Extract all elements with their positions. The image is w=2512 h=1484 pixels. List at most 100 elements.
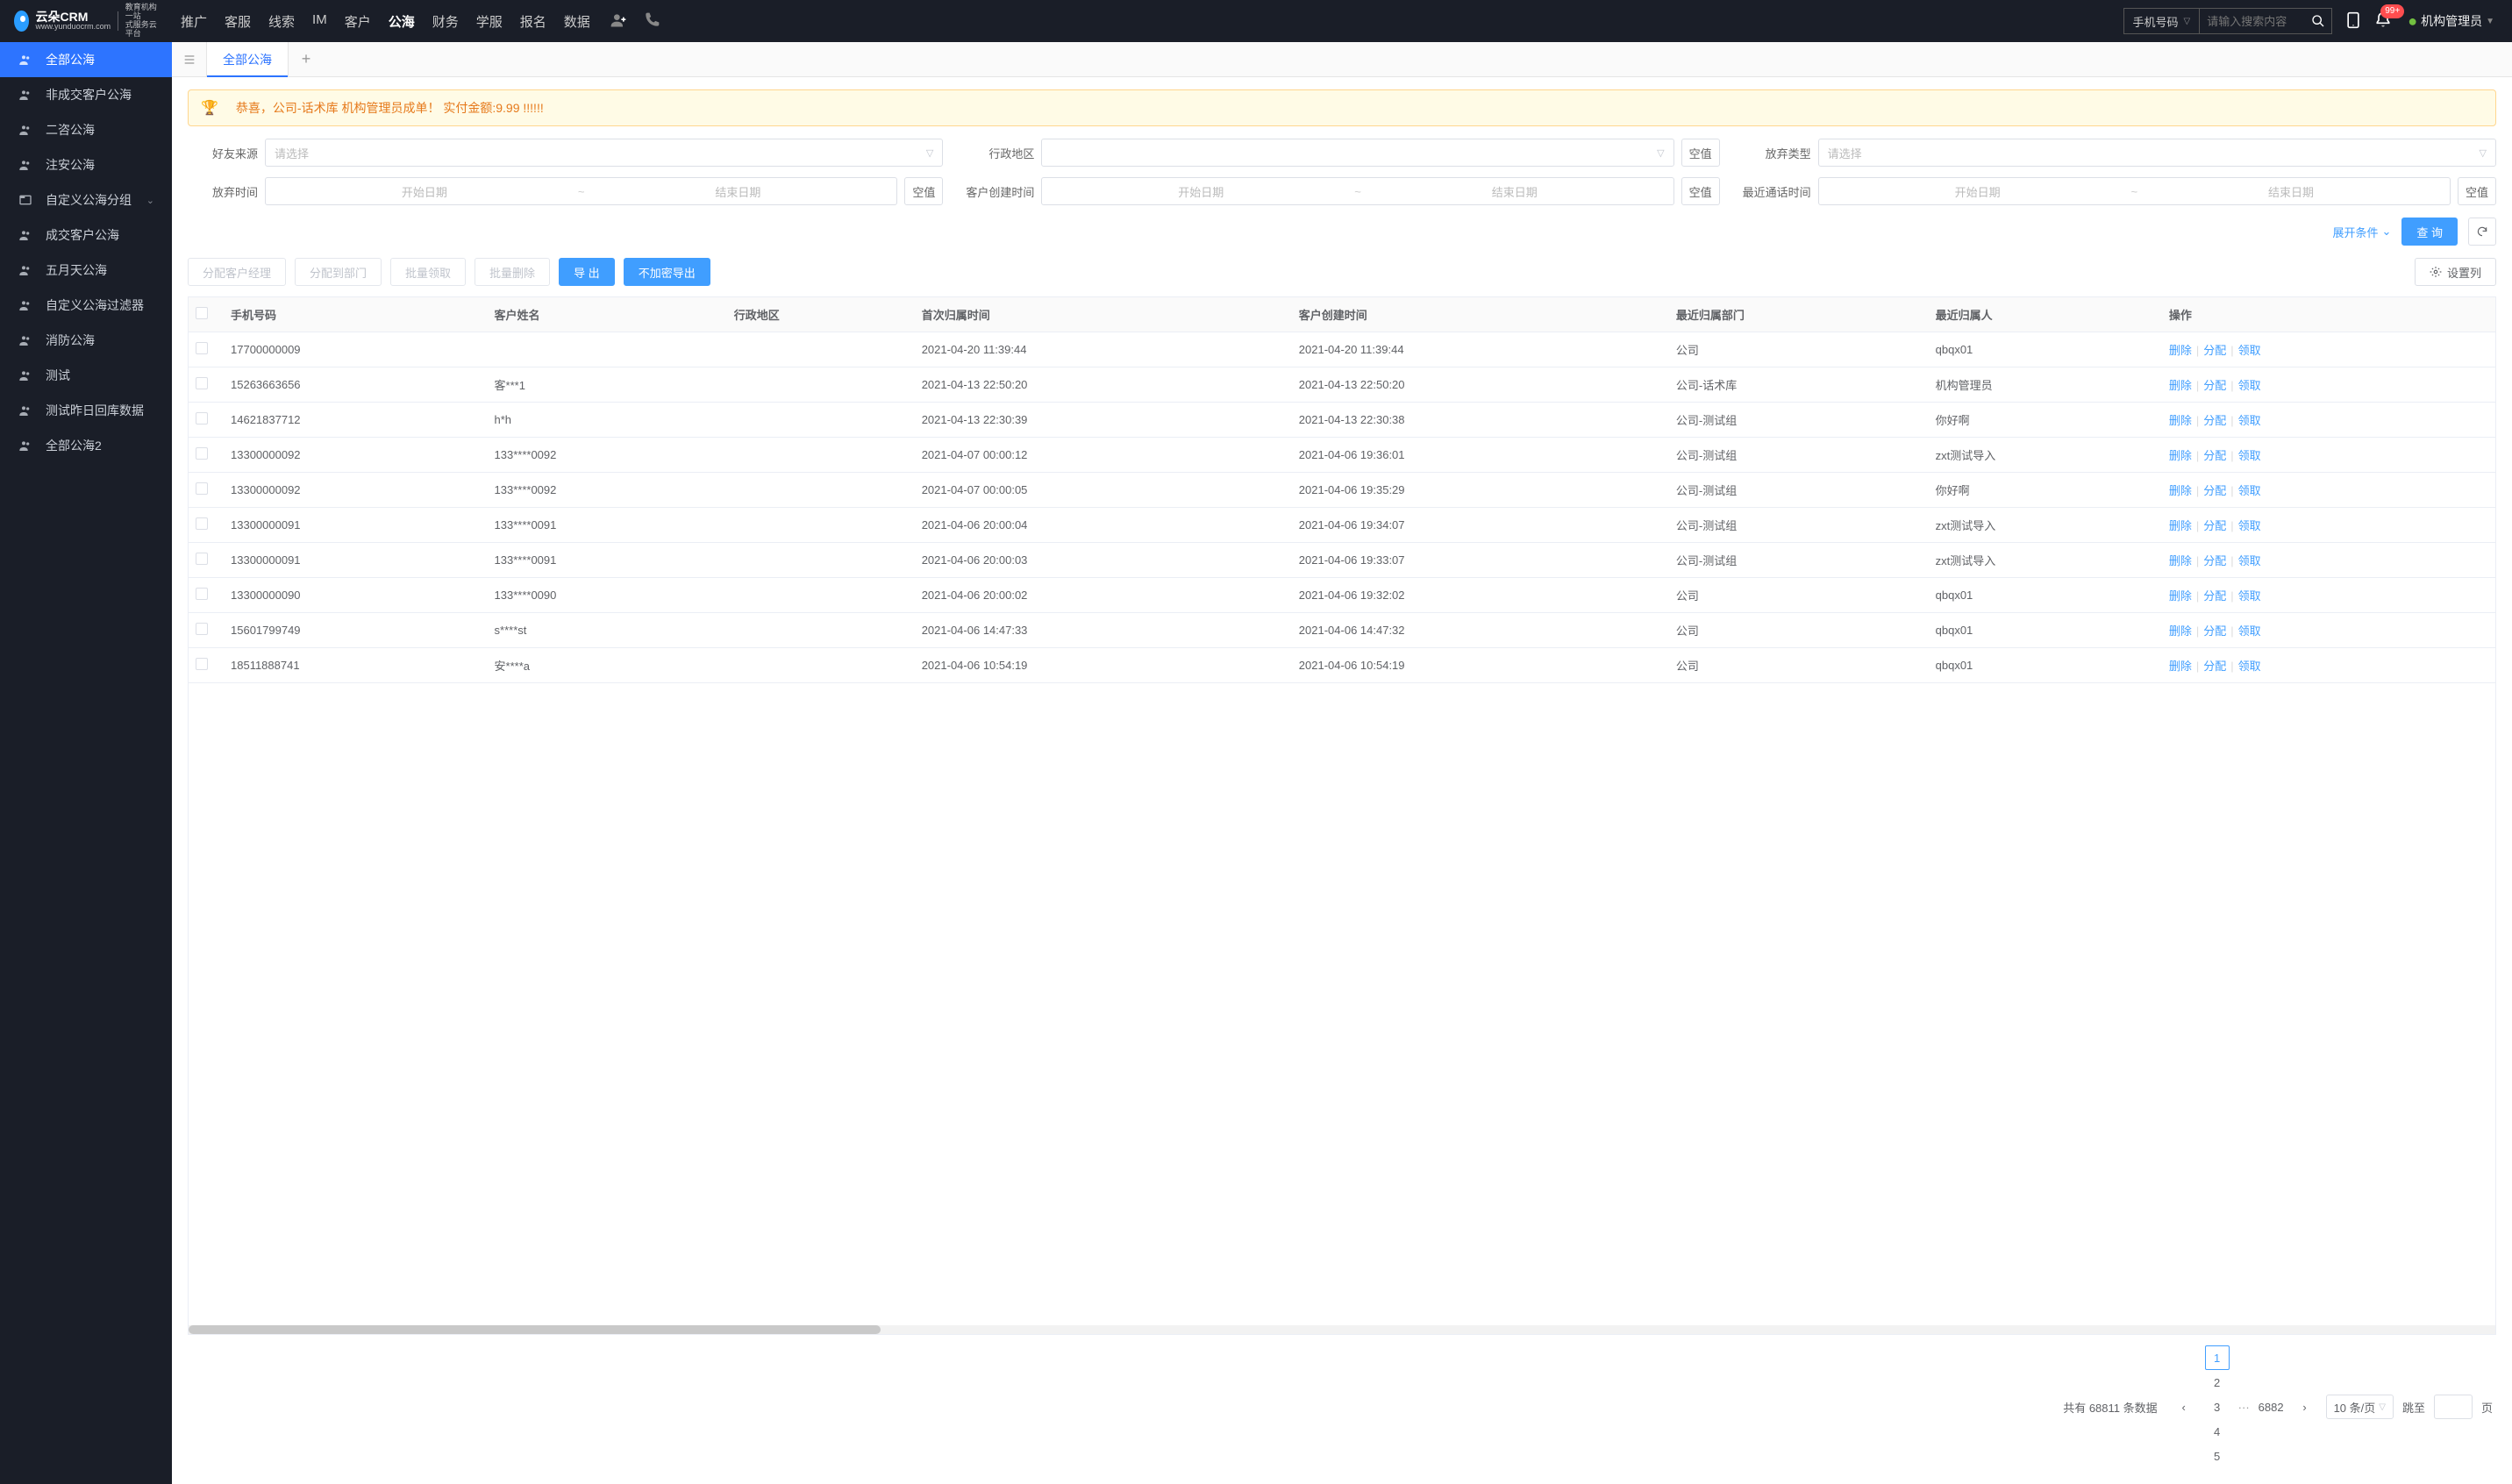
- row-delete-link[interactable]: 删除: [2169, 414, 2192, 427]
- row-claim-link[interactable]: 领取: [2238, 344, 2261, 357]
- phone-icon[interactable]: [643, 11, 660, 32]
- search-button[interactable]: [2305, 9, 2331, 33]
- page-button-1[interactable]: 1: [2205, 1345, 2230, 1370]
- row-delete-link[interactable]: 删除: [2169, 624, 2192, 638]
- scrollbar-thumb[interactable]: [189, 1325, 881, 1334]
- sidebar-item-11[interactable]: 全部公海2: [0, 428, 172, 463]
- sidebar-item-6[interactable]: 五月天公海: [0, 253, 172, 288]
- topnav-item-5[interactable]: 公海: [389, 12, 415, 31]
- row-checkbox[interactable]: [196, 342, 208, 354]
- sidebar-item-3[interactable]: 注安公海: [0, 147, 172, 182]
- sidebar-item-7[interactable]: 自定义公海过滤器: [0, 288, 172, 323]
- horizontal-scrollbar[interactable]: [189, 1325, 2495, 1334]
- topnav-item-1[interactable]: 客服: [225, 12, 251, 31]
- row-checkbox[interactable]: [196, 447, 208, 460]
- row-claim-link[interactable]: 领取: [2238, 554, 2261, 567]
- row-claim-link[interactable]: 领取: [2238, 414, 2261, 427]
- tablet-icon[interactable]: [2344, 11, 2362, 32]
- row-claim-link[interactable]: 领取: [2238, 589, 2261, 603]
- row-claim-link[interactable]: 领取: [2238, 484, 2261, 497]
- row-checkbox[interactable]: [196, 482, 208, 495]
- page-button-5[interactable]: 5: [2205, 1444, 2230, 1468]
- row-claim-link[interactable]: 领取: [2238, 660, 2261, 673]
- row-delete-link[interactable]: 删除: [2169, 589, 2192, 603]
- topnav-item-3[interactable]: IM: [312, 12, 327, 31]
- search-input[interactable]: [2200, 15, 2305, 28]
- topnav-item-8[interactable]: 报名: [520, 12, 546, 31]
- export-button[interactable]: 导 出: [559, 258, 615, 286]
- sidebar-item-2[interactable]: 二咨公海: [0, 112, 172, 147]
- sidebar-item-0[interactable]: 全部公海: [0, 42, 172, 77]
- row-assign-link[interactable]: 分配: [2203, 554, 2226, 567]
- prev-page-button[interactable]: ‹: [2172, 1395, 2196, 1419]
- row-assign-link[interactable]: 分配: [2203, 660, 2226, 673]
- row-assign-link[interactable]: 分配: [2203, 484, 2226, 497]
- search-button[interactable]: 查 询: [2401, 218, 2458, 246]
- sidebar-item-10[interactable]: 测试昨日回库数据: [0, 393, 172, 428]
- page-button-4[interactable]: 4: [2205, 1419, 2230, 1444]
- abandon-type-select[interactable]: 请选择 ▽: [1818, 139, 2496, 167]
- create-time-range[interactable]: 开始日期 ~ 结束日期: [1041, 177, 1673, 205]
- row-checkbox[interactable]: [196, 517, 208, 530]
- row-checkbox[interactable]: [196, 588, 208, 600]
- row-delete-link[interactable]: 删除: [2169, 484, 2192, 497]
- page-button-3[interactable]: 3: [2205, 1395, 2230, 1419]
- export-plain-button[interactable]: 不加密导出: [624, 258, 710, 286]
- collapse-sidebar-button[interactable]: [172, 42, 207, 76]
- logo[interactable]: 云朵CRM www.yunduocrm.com 教育机构一站 式服务云平台: [0, 4, 172, 39]
- row-assign-link[interactable]: 分配: [2203, 414, 2226, 427]
- row-delete-link[interactable]: 删除: [2169, 379, 2192, 392]
- tab-all-sea[interactable]: 全部公海: [207, 42, 289, 76]
- batch-claim-button[interactable]: 批量领取: [390, 258, 466, 286]
- row-assign-link[interactable]: 分配: [2203, 624, 2226, 638]
- row-claim-link[interactable]: 领取: [2238, 449, 2261, 462]
- refresh-button[interactable]: [2468, 218, 2496, 246]
- add-user-icon[interactable]: [610, 11, 627, 32]
- topnav-item-7[interactable]: 学服: [476, 12, 503, 31]
- friend-source-select[interactable]: 请选择 ▽: [265, 139, 943, 167]
- last-call-time-range[interactable]: 开始日期 ~ 结束日期: [1818, 177, 2451, 205]
- row-claim-link[interactable]: 领取: [2238, 519, 2261, 532]
- row-delete-link[interactable]: 删除: [2169, 660, 2192, 673]
- sidebar-item-8[interactable]: 消防公海: [0, 323, 172, 358]
- row-checkbox[interactable]: [196, 658, 208, 670]
- admin-menu[interactable]: ● 机构管理员 ▼: [2404, 12, 2494, 31]
- row-claim-link[interactable]: 领取: [2238, 379, 2261, 392]
- abandon-time-null-button[interactable]: 空值: [904, 177, 943, 205]
- row-checkbox[interactable]: [196, 377, 208, 389]
- row-checkbox[interactable]: [196, 412, 208, 425]
- search-type-select[interactable]: 手机号码 ▽: [2123, 8, 2201, 34]
- set-columns-button[interactable]: 设置列: [2415, 258, 2496, 286]
- assign-manager-button[interactable]: 分配客户经理: [188, 258, 286, 286]
- row-assign-link[interactable]: 分配: [2203, 344, 2226, 357]
- expand-filters-link[interactable]: 展开条件 ⌄: [2332, 224, 2391, 240]
- admin-area-null-button[interactable]: 空值: [1681, 139, 1720, 167]
- tab-add-button[interactable]: +: [289, 50, 324, 68]
- topnav-item-4[interactable]: 客户: [345, 12, 371, 31]
- sidebar-item-1[interactable]: 非成交客户公海: [0, 77, 172, 112]
- row-assign-link[interactable]: 分配: [2203, 589, 2226, 603]
- topnav-item-9[interactable]: 数据: [564, 12, 590, 31]
- sidebar-item-5[interactable]: 成交客户公海: [0, 218, 172, 253]
- topnav-item-2[interactable]: 线索: [268, 12, 295, 31]
- row-checkbox[interactable]: [196, 623, 208, 635]
- page-size-select[interactable]: 10 条/页 ▽: [2326, 1395, 2394, 1419]
- select-all-checkbox[interactable]: [196, 307, 208, 319]
- batch-delete-button[interactable]: 批量删除: [475, 258, 550, 286]
- row-delete-link[interactable]: 删除: [2169, 449, 2192, 462]
- row-delete-link[interactable]: 删除: [2169, 554, 2192, 567]
- admin-area-select[interactable]: ▽: [1041, 139, 1673, 167]
- last-page-button[interactable]: 6882: [2259, 1395, 2284, 1419]
- row-assign-link[interactable]: 分配: [2203, 449, 2226, 462]
- next-page-button[interactable]: ›: [2293, 1395, 2317, 1419]
- row-checkbox[interactable]: [196, 553, 208, 565]
- row-assign-link[interactable]: 分配: [2203, 519, 2226, 532]
- row-delete-link[interactable]: 删除: [2169, 519, 2192, 532]
- page-button-2[interactable]: 2: [2205, 1370, 2230, 1395]
- sidebar-item-4[interactable]: 自定义公海分组⌄: [0, 182, 172, 218]
- topnav-item-0[interactable]: 推广: [181, 12, 207, 31]
- create-time-null-button[interactable]: 空值: [1681, 177, 1720, 205]
- topnav-item-6[interactable]: 财务: [432, 12, 459, 31]
- last-call-null-button[interactable]: 空值: [2458, 177, 2496, 205]
- notifications-button[interactable]: 99+: [2374, 11, 2392, 32]
